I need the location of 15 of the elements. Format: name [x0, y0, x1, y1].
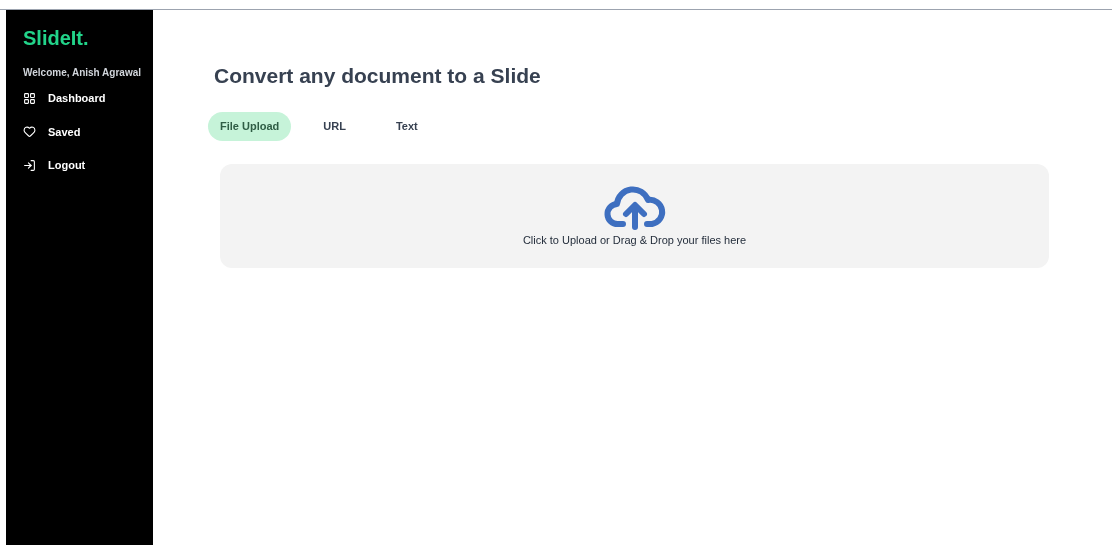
sidebar-item[interactable]: Dashboard: [23, 90, 153, 107]
welcome-text: Welcome, Anish Agrawal: [23, 66, 142, 80]
page-title: Convert any document to a Slide: [214, 63, 542, 89]
tab[interactable]: Text: [377, 111, 436, 141]
upload-instructions: Click to Upload or Drag & Drop your files here: [522, 232, 747, 248]
upload-dropzone[interactable]: Click to Upload or Drag & Drop your files here: [220, 163, 1049, 268]
grid-icon: [23, 91, 36, 105]
cloud-upload-icon: [603, 183, 666, 230]
arrow-box-icon: [23, 158, 36, 172]
tab[interactable]: File Upload: [208, 111, 292, 141]
tab[interactable]: URL: [305, 111, 364, 141]
heart-icon: [23, 125, 36, 139]
logo: SlideIt.: [23, 28, 90, 48]
sidebar-item[interactable]: Saved: [23, 123, 153, 140]
sidebar-item[interactable]: Logout: [23, 157, 153, 174]
